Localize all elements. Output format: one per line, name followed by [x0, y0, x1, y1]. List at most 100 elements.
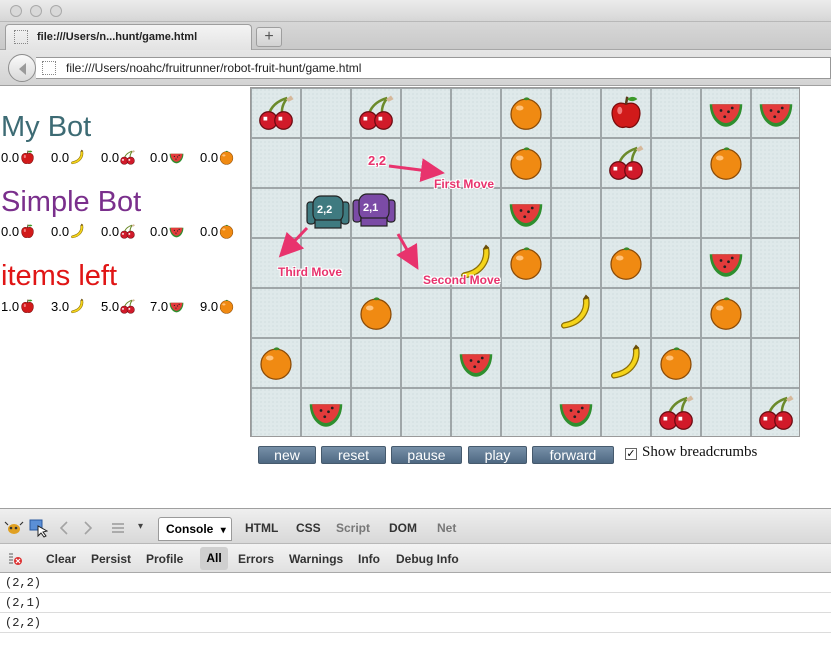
back-arrow-icon [19, 63, 26, 75]
filter-debug-info-button[interactable]: Debug Info [396, 552, 459, 566]
forward-button[interactable]: forward [532, 446, 614, 464]
tab-bar: file:///Users/n...hunt/game.html + [0, 22, 831, 50]
score-row: 0.0 0.0 0.0 0.0 0.0 [1, 222, 246, 240]
scoreboard-title: items left [1, 260, 118, 292]
scoreboard-title: My Bot [1, 111, 92, 143]
game-controls: new reset pause play forward ✓ Show brea… [258, 444, 798, 468]
score-item-cherry: 5.0 [101, 297, 136, 315]
score-item-orange: 0.0 [200, 222, 235, 240]
orange-icon [219, 224, 234, 239]
console-dropdown-chevron-down-icon[interactable]: ▾ [221, 525, 226, 536]
score-item-watermelon: 7.0 [150, 297, 185, 315]
cherry-icon [120, 299, 136, 314]
filter-warnings-button[interactable]: Warnings [289, 552, 343, 566]
show-breadcrumbs-label: Show breadcrumbs [642, 444, 758, 460]
score-value: 0.0 [1, 149, 20, 165]
score-item-banana: 3.0 [51, 297, 86, 315]
tab-console-label: Console [166, 522, 214, 536]
third-move-annotation: Third Move [278, 265, 343, 279]
watermelon-icon [169, 153, 184, 164]
score-item-banana: 0.0 [51, 222, 86, 240]
score-value: 9.0 [200, 298, 219, 314]
score-item-watermelon: 0.0 [150, 222, 185, 240]
tab-net[interactable]: Net [437, 521, 456, 535]
navigation-bar: file:///Users/noahc/fruitrunner/robot-fr… [0, 50, 831, 86]
console-log-row: (2,2) [0, 573, 831, 593]
window-minimize-button[interactable] [30, 5, 42, 17]
score-value: 0.0 [101, 149, 120, 165]
score-value: 5.0 [101, 298, 120, 314]
new-button[interactable]: new [258, 446, 316, 464]
play-button[interactable]: play [468, 446, 527, 464]
filter-info-button[interactable]: Info [358, 552, 380, 566]
scoreboard-title: Simple Bot [1, 186, 142, 218]
firebug-icon[interactable] [4, 519, 24, 537]
score-item-cherry: 0.0 [101, 222, 136, 240]
console-errors-icon[interactable] [7, 552, 23, 566]
history-arrows-icon[interactable] [58, 520, 96, 536]
move-arrows [278, 158, 445, 270]
score-value: 0.0 [1, 223, 20, 239]
window-titlebar [0, 0, 831, 22]
score-value: 0.0 [200, 149, 219, 165]
score-item-apple: 0.0 [1, 148, 36, 166]
browser-tab-game[interactable]: file:///Users/n...hunt/game.html [5, 24, 252, 50]
console-log-row: (2,2) [0, 613, 831, 633]
score-value: 0.0 [200, 223, 219, 239]
tab-script[interactable]: Script [336, 521, 370, 535]
orange-icon [219, 150, 234, 165]
console-log: (2,2) (2,1) (2,2) [0, 573, 831, 657]
apple-icon [21, 224, 34, 238]
pause-button[interactable]: pause [391, 446, 462, 464]
new-tab-button[interactable]: + [256, 27, 282, 47]
score-value: 0.0 [51, 149, 70, 165]
orange-icon [219, 299, 234, 314]
filter-all-button[interactable]: All [200, 547, 228, 570]
game-page: My Bot 0.0 0.0 0.0 0.0 0.0 Simple Bot 0.0 0.0 0.0… [0, 87, 831, 508]
score-item-watermelon: 0.0 [150, 148, 185, 166]
banana-icon [71, 223, 84, 239]
cherry-icon [120, 150, 136, 165]
reset-button[interactable]: reset [321, 446, 386, 464]
tab-dom[interactable]: DOM [389, 521, 417, 535]
window-zoom-button[interactable] [50, 5, 62, 17]
score-value: 0.0 [150, 149, 169, 165]
profile-button[interactable]: Profile [146, 552, 183, 566]
menu-list-icon[interactable] [110, 521, 126, 535]
score-value: 0.0 [150, 223, 169, 239]
tab-css[interactable]: CSS [296, 521, 321, 535]
score-item-apple: 1.0 [1, 297, 36, 315]
clear-button[interactable]: Clear [46, 552, 76, 566]
window-close-button[interactable] [10, 5, 22, 17]
persist-button[interactable]: Persist [91, 552, 131, 566]
score-row: 1.0 3.0 5.0 7.0 9.0 [1, 297, 246, 315]
tab-console[interactable]: Console ▾ [158, 517, 232, 541]
score-row: 0.0 0.0 0.0 0.0 0.0 [1, 148, 246, 166]
banana-icon [71, 298, 84, 314]
apple-icon [21, 299, 34, 313]
console-log-row: (2,1) [0, 593, 831, 613]
panel-menu-chevron-down-icon[interactable]: ▾ [138, 521, 143, 532]
tab-html[interactable]: HTML [245, 521, 278, 535]
second-move-annotation: Second Move [423, 273, 501, 287]
apple-icon [21, 150, 34, 164]
address-bar[interactable]: file:///Users/noahc/fruitrunner/robot-fr… [36, 57, 831, 79]
filter-errors-button[interactable]: Errors [238, 552, 274, 566]
watermelon-icon [169, 302, 184, 313]
browser-tab-title: file:///Users/n...hunt/game.html [37, 31, 198, 43]
score-value: 7.0 [150, 298, 169, 314]
back-button[interactable] [8, 54, 36, 82]
score-item-orange: 9.0 [200, 297, 235, 315]
score-value: 1.0 [1, 298, 20, 314]
url-text: file:///Users/noahc/fruitrunner/robot-fr… [66, 61, 362, 75]
game-board[interactable]: 2,2 2,1 2,2 First Move Second Move Third Move [250, 87, 800, 437]
inspect-element-icon[interactable] [28, 518, 48, 538]
page-favicon-icon [14, 30, 28, 44]
show-breadcrumbs-checkbox[interactable]: ✓ [625, 448, 637, 460]
score-value: 0.0 [51, 223, 70, 239]
score-item-cherry: 0.0 [101, 148, 136, 166]
first-move-annotation: First Move [434, 177, 495, 191]
coordinate-annotation: 2,2 [368, 153, 387, 168]
score-item-banana: 0.0 [51, 148, 86, 166]
banana-icon [71, 149, 84, 165]
